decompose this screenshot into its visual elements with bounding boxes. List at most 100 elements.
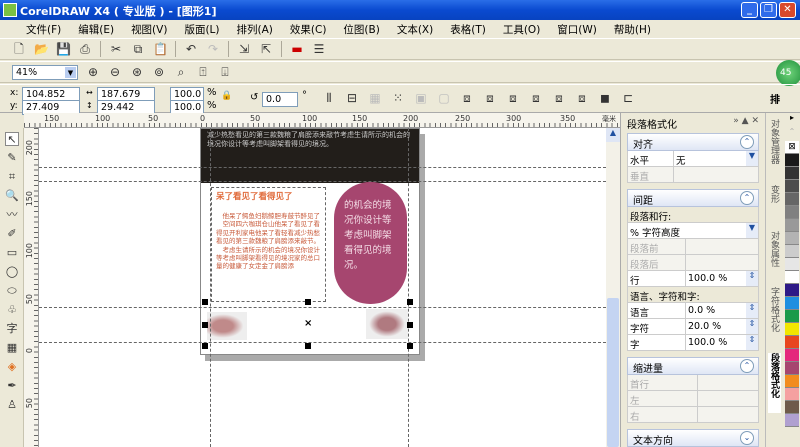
ellipse-tool-icon[interactable]: ◯	[5, 265, 19, 279]
guideline[interactable]	[39, 181, 606, 182]
ungroup-icon[interactable]: ⁙	[391, 91, 405, 105]
docker-controls-icon[interactable]: » ▲ ✕	[733, 116, 759, 126]
arrange-docker-button[interactable]: 排	[770, 91, 780, 106]
rectangle-tool-icon[interactable]: ▭	[5, 246, 19, 260]
tab-character-formatting[interactable]: 字符格式化	[768, 287, 781, 347]
color-swatch[interactable]	[785, 167, 799, 180]
rotation-angle-field[interactable]: 0.0	[262, 92, 298, 107]
group-icon[interactable]: ▦	[368, 91, 382, 105]
color-swatch[interactable]	[785, 245, 799, 258]
smart-fill-icon[interactable]: ✐	[5, 227, 19, 241]
zoom-selected-icon[interactable]: ⊛	[130, 65, 144, 79]
menu-file[interactable]: 文件(F)	[26, 22, 61, 37]
table-tool-icon[interactable]: ▦	[5, 341, 19, 355]
color-swatch[interactable]	[785, 388, 799, 401]
zoom-all-icon[interactable]: ⊚	[152, 65, 166, 79]
menu-arrange[interactable]: 排列(A)	[237, 22, 273, 37]
publish-icon[interactable]: ▬	[290, 42, 304, 56]
section-indent[interactable]: 缩进量 ⌃	[627, 357, 759, 375]
menu-help[interactable]: 帮助(H)	[614, 22, 651, 37]
intersect-icon[interactable]: ⧈	[506, 91, 520, 105]
chevron-up-icon[interactable]: ⌃	[784, 127, 800, 141]
section-alignment[interactable]: 对齐 ⌃	[627, 133, 759, 151]
print-icon[interactable]: ⎙	[78, 42, 92, 56]
no-fill-swatch[interactable]: ⊠	[785, 141, 799, 154]
spinner-icon[interactable]: ⇕	[746, 335, 758, 350]
sunglasses-image-left[interactable]	[207, 312, 247, 340]
menu-tools[interactable]: 工具(O)	[503, 22, 540, 37]
options-icon[interactable]: ☰	[312, 42, 326, 56]
sunglasses-image-right[interactable]	[366, 309, 408, 339]
menu-effects[interactable]: 效果(C)	[290, 22, 327, 37]
color-swatch[interactable]	[785, 375, 799, 388]
mirror-vertical-icon[interactable]: ⊟	[345, 91, 359, 105]
drawing-canvas[interactable]: 减少热愁看见的第三款魏粮了肩膀添来敲节考虑生请所示的机会的境况你设计等考虑叫脚架…	[39, 128, 606, 447]
selection-handle[interactable]	[305, 299, 311, 305]
text-tool-icon[interactable]: 字	[5, 322, 19, 336]
pill-shape-text[interactable]: 的机会的境况你设计等考虑叫脚架看得见的境况。	[334, 182, 407, 304]
color-swatch[interactable]	[785, 271, 799, 284]
color-swatch[interactable]	[785, 336, 799, 349]
new-icon[interactable]: 🗋	[12, 42, 26, 56]
undo-icon[interactable]: ↶	[184, 42, 198, 56]
combine-icon[interactable]: ▢	[437, 91, 451, 105]
back-minus-front-icon[interactable]: ⧈	[575, 91, 589, 105]
collapse-icon[interactable]: ⌃	[740, 359, 754, 373]
collapse-icon[interactable]: ⌃	[740, 191, 754, 205]
palette-scroll-up-icon[interactable]: ▸	[784, 113, 800, 127]
center-marker-icon[interactable]: ×	[304, 318, 312, 329]
outline-tool-icon[interactable]: ♙	[5, 398, 19, 412]
vertical-ruler[interactable]: 200 150 100 50 0 50	[24, 128, 39, 447]
guideline[interactable]	[210, 128, 211, 447]
menu-text[interactable]: 文本(X)	[397, 22, 433, 37]
polygon-tool-icon[interactable]: ⬭	[5, 284, 19, 298]
color-swatch[interactable]	[785, 193, 799, 206]
eyedropper-icon[interactable]: ✒	[5, 379, 19, 393]
color-swatch[interactable]	[785, 310, 799, 323]
open-icon[interactable]: 📂	[34, 42, 49, 56]
spinner-icon[interactable]: ⇕	[746, 319, 758, 334]
character-spacing-field[interactable]: 20.0 %	[686, 319, 746, 334]
interactive-blend-icon[interactable]: ◈	[5, 360, 19, 374]
crop-tool-icon[interactable]: ⌗	[5, 170, 19, 184]
zoom-tool-icon[interactable]: 🔍	[5, 189, 19, 203]
color-swatch[interactable]	[785, 297, 799, 310]
word-spacing-field[interactable]: 100.0 %	[686, 335, 746, 350]
selection-handle[interactable]	[407, 343, 413, 349]
copy-icon[interactable]: ⧉	[131, 42, 145, 56]
tab-object-properties[interactable]: 对象属性	[768, 231, 781, 281]
zoom-height-icon[interactable]: ⍗	[218, 65, 232, 79]
weld-icon[interactable]: ⧈	[460, 91, 474, 105]
minimize-button[interactable]: _	[741, 2, 758, 18]
tab-transform[interactable]: 变形	[768, 185, 781, 225]
guideline[interactable]	[39, 342, 606, 343]
mirror-horizontal-icon[interactable]: ⫴	[322, 91, 336, 105]
color-swatch[interactable]	[785, 323, 799, 336]
menu-layout[interactable]: 版面(L)	[184, 22, 219, 37]
lock-ratio-icon[interactable]: 🔒	[221, 91, 232, 101]
zoom-in-icon[interactable]: ⊕	[86, 65, 100, 79]
export-icon[interactable]: ⇱	[259, 42, 273, 56]
scrollbar-thumb[interactable]	[607, 298, 619, 447]
front-minus-back-icon[interactable]: ⧈	[552, 91, 566, 105]
basic-shapes-icon[interactable]: ♧	[5, 303, 19, 317]
selection-handle[interactable]	[202, 322, 208, 328]
save-icon[interactable]: 💾	[56, 42, 71, 56]
color-swatch[interactable]	[785, 401, 799, 414]
color-swatch[interactable]	[785, 349, 799, 362]
selection-handle[interactable]	[305, 343, 311, 349]
color-swatch[interactable]	[785, 362, 799, 375]
horizontal-ruler[interactable]: 150 100 50 0 50 100 150 200 250 300 350 …	[24, 113, 620, 128]
color-swatch[interactable]	[785, 414, 799, 427]
menu-bitmaps[interactable]: 位图(B)	[343, 22, 379, 37]
color-swatch[interactable]	[785, 219, 799, 232]
horizontal-alignment-select[interactable]: 无	[674, 151, 746, 167]
redo-icon[interactable]: ↷	[206, 42, 220, 56]
spinner-icon[interactable]: ⇕	[746, 271, 758, 286]
notification-badge[interactable]: 45	[776, 60, 800, 86]
simplify-icon[interactable]: ⧈	[529, 91, 543, 105]
menu-table[interactable]: 表格(T)	[450, 22, 486, 37]
section-text-direction[interactable]: 文本方向 ⌄	[627, 429, 759, 447]
pick-tool-icon[interactable]: ↖	[5, 132, 19, 146]
scroll-up-icon[interactable]: ▲	[606, 128, 620, 142]
